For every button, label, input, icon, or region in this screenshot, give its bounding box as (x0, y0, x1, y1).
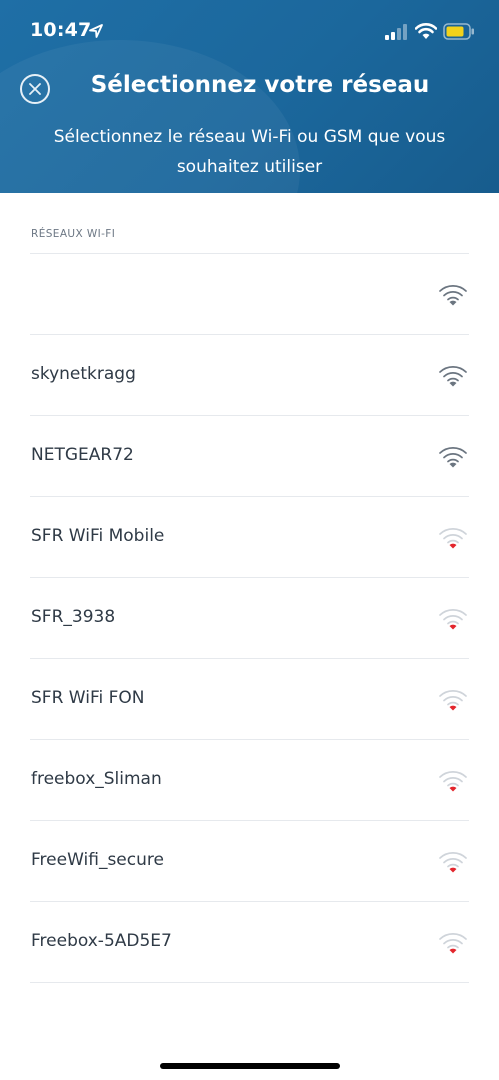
battery-icon (443, 23, 474, 40)
wifi-signal-icon (439, 771, 467, 792)
section-label-wifi: RÉSEAUX WI-FI (31, 228, 116, 240)
wifi-signal-icon (439, 285, 467, 306)
wifi-status-icon (415, 23, 437, 39)
wifi-signal-icon (439, 528, 467, 549)
status-bar: 10:47 (0, 0, 499, 62)
location-arrow-icon (89, 24, 103, 38)
home-indicator[interactable] (160, 1063, 340, 1069)
network-row[interactable]: skynetkragg (30, 335, 469, 416)
network-row[interactable]: SFR_3938 (30, 578, 469, 659)
wifi-signal-icon (439, 690, 467, 711)
page-title: Sélectionnez votre réseau (90, 72, 430, 98)
header: 10:47 Sélectionnez votre réseau Sélectio… (0, 0, 499, 193)
page-subtitle: Sélectionnez le réseau Wi-Fi ou GSM que … (53, 127, 446, 177)
network-row[interactable]: SFR WiFi Mobile (30, 497, 469, 578)
network-name: Freebox-5AD5E7 (31, 931, 172, 951)
network-row[interactable]: Freebox-5AD5E7 (30, 902, 469, 983)
network-name: freebox_Sliman (31, 769, 162, 789)
status-time: 10:47 (30, 19, 92, 41)
wifi-signal-icon (439, 852, 467, 873)
network-row[interactable]: freebox_Sliman (30, 740, 469, 821)
wifi-signal-icon (439, 366, 467, 387)
network-list: skynetkragg NETGEAR72 SFR WiFi Mobile SFR_3… (30, 253, 469, 983)
wifi-signal-icon (439, 447, 467, 468)
network-row[interactable] (30, 254, 469, 335)
network-name: NETGEAR72 (31, 445, 134, 465)
network-name: SFR WiFi FON (31, 688, 145, 708)
network-row[interactable]: FreeWifi_secure (30, 821, 469, 902)
network-name: SFR_3938 (31, 607, 116, 627)
wifi-signal-icon (439, 933, 467, 954)
network-name: skynetkragg (31, 364, 136, 384)
close-button[interactable] (20, 74, 50, 104)
cellular-signal-icon (385, 24, 407, 40)
network-name: SFR WiFi Mobile (31, 526, 165, 546)
network-name: FreeWifi_secure (31, 850, 164, 870)
network-row[interactable]: SFR WiFi FON (30, 659, 469, 740)
network-row[interactable]: NETGEAR72 (30, 416, 469, 497)
close-icon (29, 83, 41, 95)
wifi-signal-icon (439, 609, 467, 630)
